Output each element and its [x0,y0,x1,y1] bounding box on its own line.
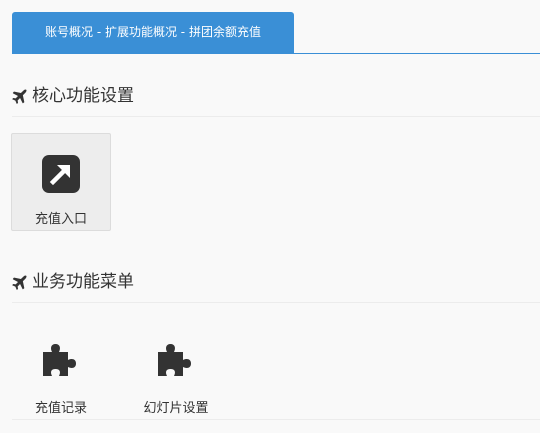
tab-breadcrumb-active[interactable]: 账号概况 - 扩展功能概况 - 拼团余额充值 [12,12,294,53]
divider [12,419,540,420]
section-header-business: 业务功能菜单 [12,266,540,303]
puzzle-piece-icon [158,344,191,376]
recharge-entry-tile[interactable]: 充值入口 [11,133,111,231]
section-title: 核心功能设置 [32,86,134,106]
tab-bar: 账号概况 - 扩展功能概况 - 拼团余额充值 [12,12,540,54]
puzzle-piece-icon [43,344,76,376]
plane-icon [12,275,27,290]
tile-label: 幻灯片设置 [143,401,209,416]
tile-label: 充值入口 [34,212,87,227]
recharge-records-tile[interactable]: 充值记录 [12,332,110,428]
external-link-icon [42,155,80,193]
tile-label: 充值记录 [34,401,87,416]
slideshow-settings-tile[interactable]: 幻灯片设置 [127,332,225,428]
section-header-core: 核心功能设置 [12,80,540,117]
page: 账号概况 - 扩展功能概况 - 拼团余额充值 核心功能设置 充值入口 业务功能菜… [0,0,540,433]
section-title: 业务功能菜单 [32,272,134,292]
plane-icon [12,89,27,104]
